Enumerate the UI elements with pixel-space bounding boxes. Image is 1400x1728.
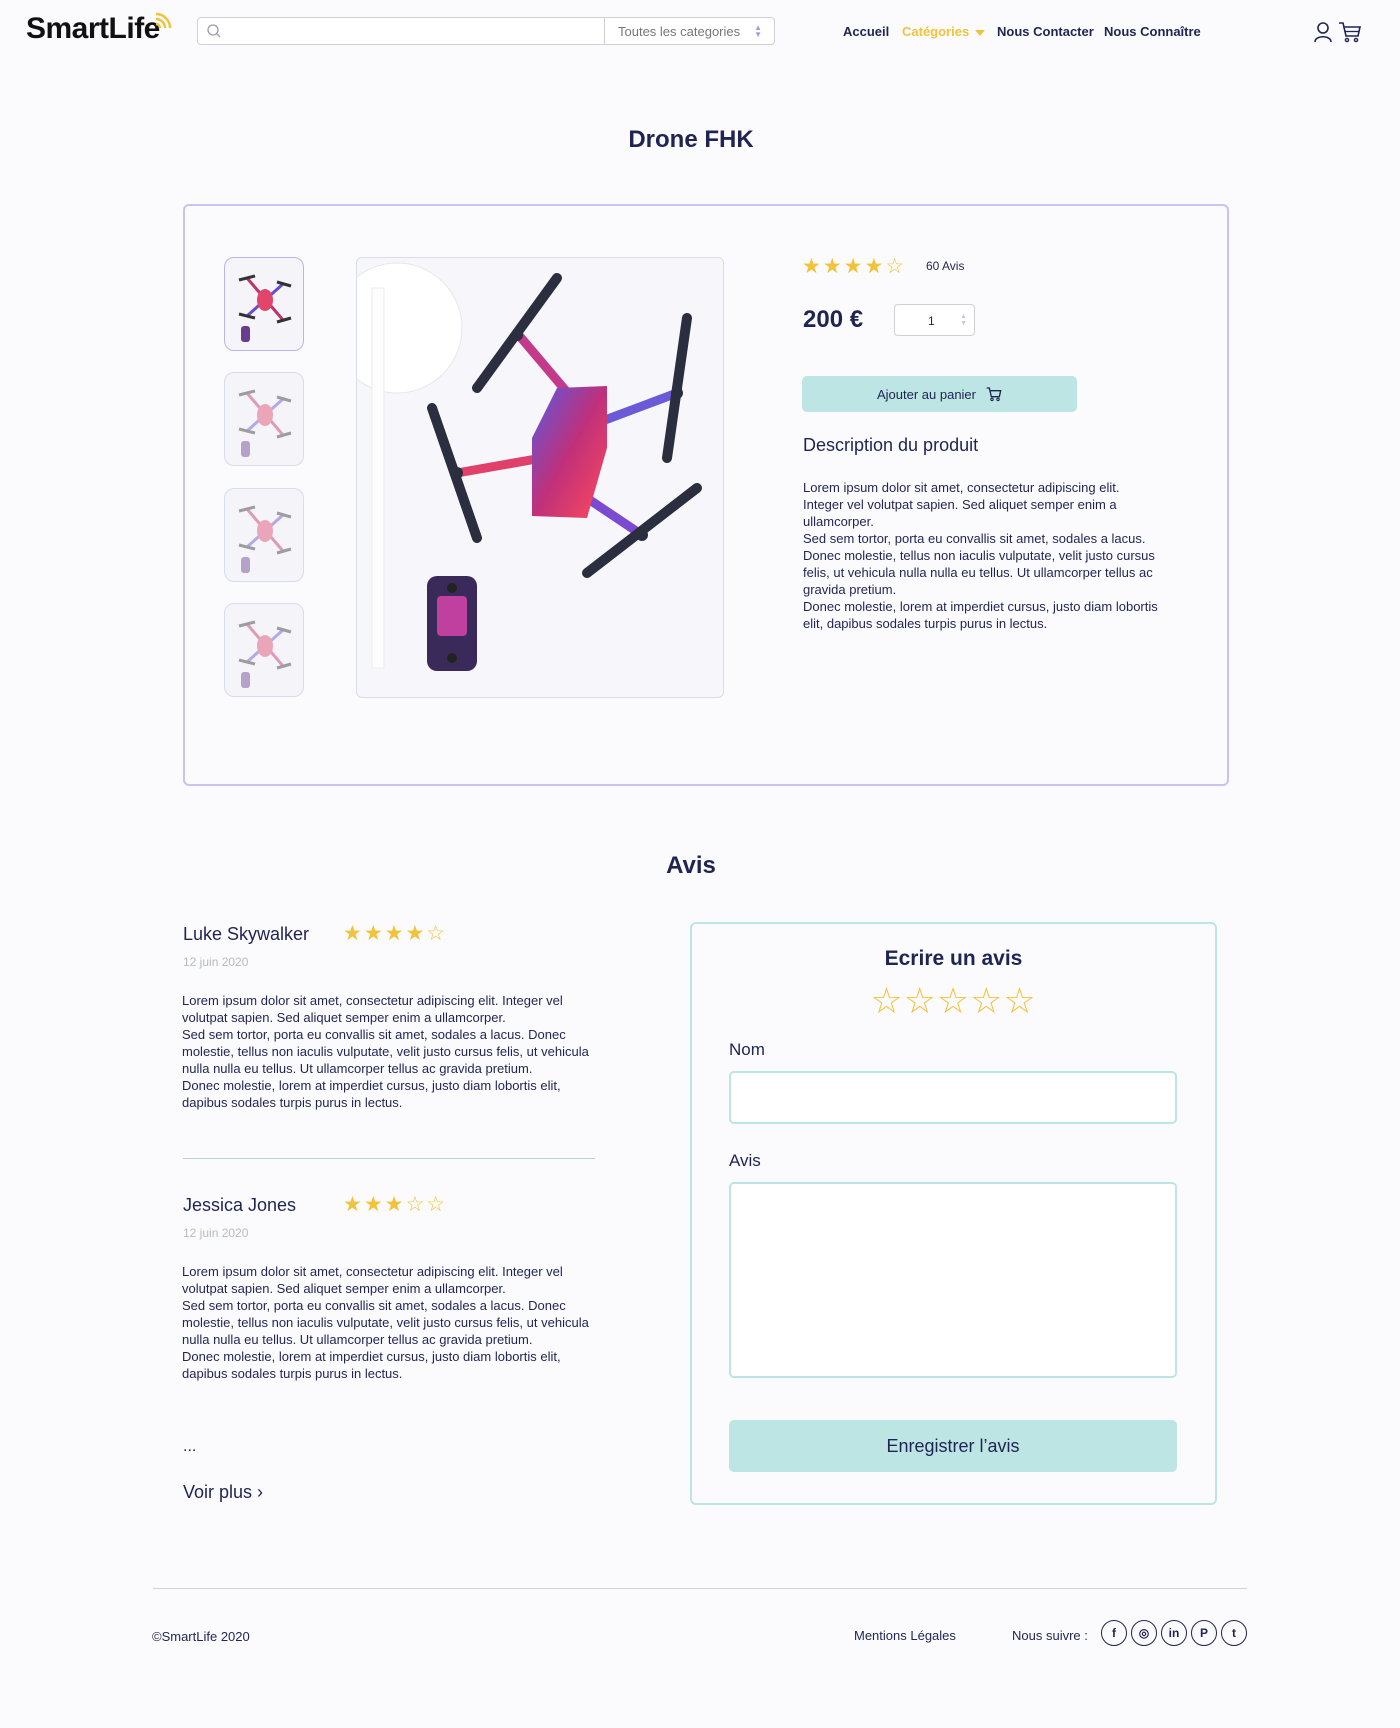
drone-thumbnail-image: [238, 620, 292, 688]
facebook-icon[interactable]: f: [1101, 1620, 1127, 1646]
product-description: Lorem ipsum dolor sit amet, consectetur …: [803, 480, 1158, 631]
search-divider: [604, 18, 605, 44]
copyright: ©SmartLife 2020: [152, 1629, 250, 1644]
product-thumbnail[interactable]: [224, 257, 304, 351]
review-author: Jessica Jones: [183, 1195, 297, 1215]
review-rating-stars: ★★★★☆: [343, 922, 448, 945]
product-thumbnail[interactable]: [224, 372, 304, 466]
brand-logo[interactable]: SmartLife: [26, 12, 160, 46]
legal-link[interactable]: Mentions Légales: [854, 1628, 956, 1643]
review-author: Luke Skywalker: [183, 924, 310, 944]
reviews-section-title: Avis: [666, 852, 716, 879]
reviews-count[interactable]: 60 Avis: [926, 259, 964, 273]
drone-thumbnail-image: [238, 505, 292, 573]
nav-contact[interactable]: Nous Contacter: [997, 24, 1094, 39]
cart-icon[interactable]: [1338, 20, 1362, 44]
nav-about[interactable]: Nous Connaître: [1104, 24, 1201, 39]
quantity-stepper[interactable]: 1 ▲ ▼: [894, 304, 975, 336]
stepper-arrows-icon[interactable]: ▲ ▼: [960, 313, 967, 327]
review-label: Avis: [729, 1151, 761, 1170]
drone-image: [357, 262, 702, 671]
name-field[interactable]: [729, 1071, 1177, 1124]
footer-divider: [153, 1588, 1247, 1589]
nav-categories-label: Catégories: [902, 24, 970, 39]
cart-icon: [986, 387, 1002, 402]
review-text: Lorem ipsum dolor sit amet, consectetur …: [182, 1264, 589, 1381]
rating-input-stars[interactable]: ☆☆☆☆☆: [690, 980, 1217, 1022]
signal-waves-icon: [155, 12, 172, 29]
drone-thumbnail-image: [238, 274, 292, 342]
page-title: Drone FHK: [628, 126, 754, 153]
pinterest-icon[interactable]: P: [1191, 1620, 1217, 1646]
product-thumbnail[interactable]: [224, 603, 304, 697]
linkedin-icon[interactable]: in: [1161, 1620, 1187, 1646]
product-rating-stars: ★★★★☆: [802, 255, 907, 278]
review-date: 12 juin 2020: [183, 955, 249, 969]
name-label: Nom: [729, 1040, 765, 1059]
follow-label: Nous suivre :: [1012, 1628, 1088, 1643]
nav-categories[interactable]: Catégories: [902, 24, 986, 39]
submit-review-button[interactable]: Enregistrer l’avis: [729, 1420, 1177, 1472]
review-divider: [183, 1158, 595, 1159]
drone-thumbnail-image: [238, 389, 292, 457]
review-rating-stars: ★★★☆☆: [343, 1193, 448, 1216]
nav-accueil[interactable]: Accueil: [843, 24, 889, 39]
review-date: 12 juin 2020: [183, 1226, 249, 1240]
product-price: 200 €: [803, 306, 864, 333]
product-thumbnail[interactable]: [224, 488, 304, 582]
user-icon[interactable]: [1311, 20, 1335, 44]
review-text: Lorem ipsum dolor sit amet, consectetur …: [182, 993, 589, 1110]
search-bar[interactable]: Toutes les categories ▲ ▼: [197, 17, 775, 45]
description-title: Description du produit: [803, 435, 979, 455]
add-to-cart-label: Ajouter au panier: [876, 386, 976, 402]
review-form-title: Ecrire un avis: [884, 947, 1023, 970]
search-icon: [207, 24, 221, 38]
quantity-value: 1: [928, 314, 935, 328]
twitter-icon[interactable]: t: [1221, 1620, 1247, 1646]
review-textarea[interactable]: [729, 1182, 1177, 1378]
reviews-ellipsis: ...: [183, 1438, 197, 1455]
category-select[interactable]: Toutes les categories: [618, 24, 740, 39]
chevron-down-icon: [975, 29, 986, 36]
instagram-icon[interactable]: ◎: [1131, 1620, 1157, 1646]
select-arrows-icon: ▲ ▼: [754, 23, 762, 39]
add-to-cart-button[interactable]: Ajouter au panier: [802, 376, 1077, 412]
see-more-link[interactable]: Voir plus ›: [183, 1482, 263, 1503]
product-main-image: [356, 257, 724, 698]
